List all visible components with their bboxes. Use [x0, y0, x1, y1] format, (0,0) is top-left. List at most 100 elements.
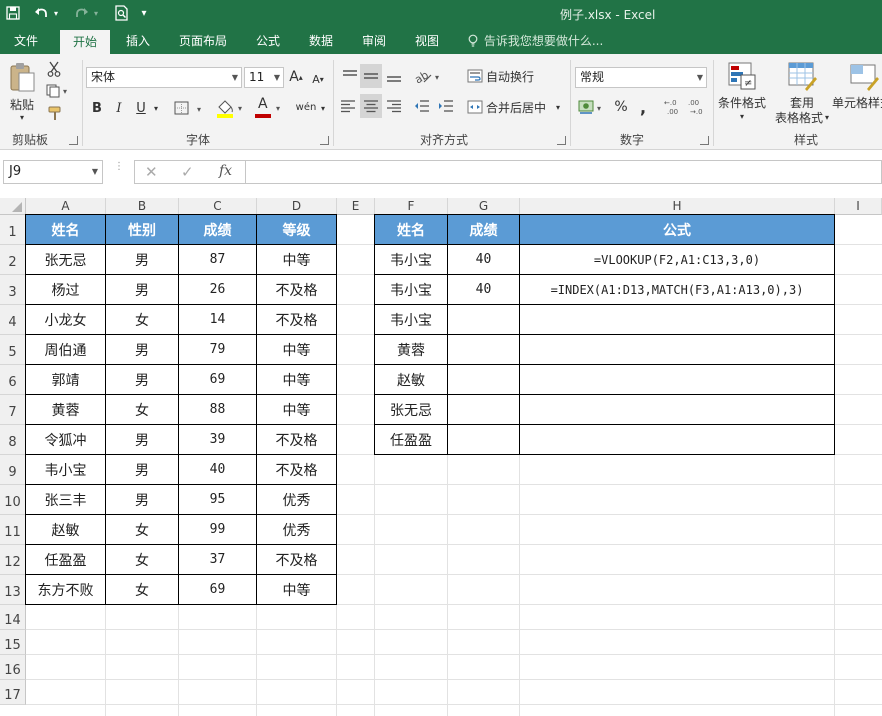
table1-cell[interactable]: 女 [106, 575, 178, 604]
increase-decimal-button[interactable]: ←.0.00 [662, 96, 684, 118]
table1-cell[interactable]: 男 [106, 455, 178, 484]
tab-file[interactable]: 文件 [0, 28, 52, 54]
tab-home[interactable]: 开始 [60, 30, 110, 54]
row-header[interactable]: 17 [0, 680, 26, 705]
table1-cell[interactable]: 优秀 [257, 515, 336, 544]
redo-icon[interactable] [72, 3, 90, 23]
table1-header-cell[interactable]: 性别 [106, 215, 178, 244]
table2-cell[interactable] [520, 395, 834, 424]
column-header[interactable]: C [179, 198, 257, 215]
column-header[interactable]: A [26, 198, 106, 215]
table1-cell[interactable]: 女 [106, 545, 178, 574]
enter-icon[interactable]: ✓ [181, 163, 194, 181]
table1-cell[interactable]: 69 [179, 365, 256, 394]
table2-cell[interactable] [448, 425, 519, 454]
column-header[interactable]: I [835, 198, 882, 215]
tab-insert[interactable]: 插入 [114, 28, 162, 54]
table2-cell[interactable] [520, 365, 834, 394]
row-header[interactable]: 14 [0, 605, 26, 630]
table1-cell[interactable]: 79 [179, 335, 256, 364]
tab-view[interactable]: 视图 [404, 28, 450, 54]
font-color-button[interactable]: ▾ A [252, 96, 286, 120]
alignment-launcher-icon[interactable] [557, 136, 566, 145]
table2-cell[interactable]: 韦小宝 [375, 245, 447, 274]
table1-cell[interactable]: 中等 [257, 335, 336, 364]
table2-header-cell[interactable]: 姓名 [375, 215, 447, 244]
increase-indent-icon[interactable] [436, 96, 456, 116]
table1-cell[interactable]: 69 [179, 575, 256, 604]
paste-dropdown-icon[interactable]: ▾ [15, 112, 29, 122]
table1-cell[interactable]: 不及格 [257, 545, 336, 574]
table1-cell[interactable]: 中等 [257, 395, 336, 424]
row-header[interactable]: 8 [0, 425, 26, 455]
format-painter-icon[interactable] [44, 104, 66, 122]
insert-function-icon[interactable]: fx [219, 163, 232, 179]
accounting-format-icon[interactable]: ▾ [577, 96, 607, 118]
table1-cell[interactable]: 中等 [257, 575, 336, 604]
table1-cell[interactable]: 88 [179, 395, 256, 424]
orientation-icon[interactable]: ab ▾ [412, 64, 444, 88]
table1-cell[interactable]: 杨过 [26, 275, 105, 304]
row-header[interactable]: 1 [0, 215, 26, 245]
row-header[interactable]: 5 [0, 335, 26, 365]
table1-cell[interactable]: 小龙女 [26, 305, 105, 334]
fill-color-button[interactable]: ▾ [214, 96, 248, 120]
table2-cell[interactable] [520, 305, 834, 334]
table2-cell[interactable] [448, 395, 519, 424]
row-header[interactable]: 4 [0, 305, 26, 335]
print-preview-icon[interactable] [112, 3, 132, 23]
row-header[interactable]: 13 [0, 575, 26, 605]
table1-cell[interactable]: 不及格 [257, 455, 336, 484]
table1-cell[interactable]: 中等 [257, 365, 336, 394]
table1-cell[interactable]: 东方不败 [26, 575, 105, 604]
table2-cell[interactable]: 黄蓉 [375, 335, 447, 364]
table2-cell[interactable] [448, 365, 519, 394]
table1-cell[interactable]: 韦小宝 [26, 455, 105, 484]
merge-center-button[interactable]: 合并后居中 [486, 97, 550, 117]
comma-style-button[interactable]: , [633, 96, 653, 118]
table1-cell[interactable]: 黄蓉 [26, 395, 105, 424]
font-size-select[interactable]: 11 ▼ [244, 67, 284, 88]
table1-cell[interactable]: 女 [106, 395, 178, 424]
table1-cell[interactable]: 39 [179, 425, 256, 454]
align-middle-icon[interactable] [360, 64, 382, 88]
table1-cell[interactable]: 男 [106, 335, 178, 364]
column-header[interactable]: B [106, 198, 179, 215]
phonetic-dropdown-icon[interactable]: ▾ [318, 98, 328, 118]
align-right-icon[interactable] [384, 96, 404, 116]
row-header[interactable]: 16 [0, 655, 26, 680]
align-top-icon[interactable] [340, 66, 360, 86]
table1-cell[interactable]: 男 [106, 485, 178, 514]
table2-cell[interactable]: 40 [448, 245, 519, 274]
wrap-text-button[interactable]: 自动换行 [486, 66, 542, 86]
tab-review[interactable]: 审阅 [352, 28, 396, 54]
table2-cell[interactable]: 张无忌 [375, 395, 447, 424]
wrap-text-icon[interactable] [466, 66, 484, 86]
table1-cell[interactable]: 男 [106, 365, 178, 394]
row-header[interactable]: 9 [0, 455, 26, 485]
table1-cell[interactable]: 郭靖 [26, 365, 105, 394]
percent-button[interactable]: % [611, 96, 631, 118]
grow-font-button[interactable]: A ▴ [288, 67, 304, 87]
cell-styles-button[interactable]: 单元格样式 [832, 94, 882, 110]
decrease-indent-icon[interactable] [412, 96, 432, 116]
table1-cell[interactable]: 不及格 [257, 305, 336, 334]
row-header[interactable]: 6 [0, 365, 26, 395]
table1-cell[interactable]: 男 [106, 275, 178, 304]
formula-bar-grip[interactable]: ⋮ [114, 162, 124, 180]
font-launcher-icon[interactable] [320, 136, 329, 145]
underline-button[interactable]: U [132, 98, 150, 118]
merge-dropdown-icon[interactable]: ▾ [552, 97, 564, 117]
table2-cell[interactable]: 40 [448, 275, 519, 304]
table2-header-cell[interactable]: 公式 [520, 215, 834, 244]
format-as-table-button-line2[interactable]: 表格格式 [768, 109, 830, 125]
table1-cell[interactable]: 不及格 [257, 425, 336, 454]
table2-cell[interactable]: =VLOOKUP(F2,A1:C13,3,0) [520, 245, 834, 274]
column-header[interactable]: E [337, 198, 375, 215]
table1-cell[interactable]: 任盈盈 [26, 545, 105, 574]
customize-qat-icon[interactable]: ▾ [138, 3, 150, 23]
save-icon[interactable] [4, 3, 22, 23]
tell-me-box[interactable]: 告诉我您想要做什么... [468, 28, 628, 54]
number-launcher-icon[interactable] [700, 136, 709, 145]
formula-input[interactable] [246, 160, 882, 184]
